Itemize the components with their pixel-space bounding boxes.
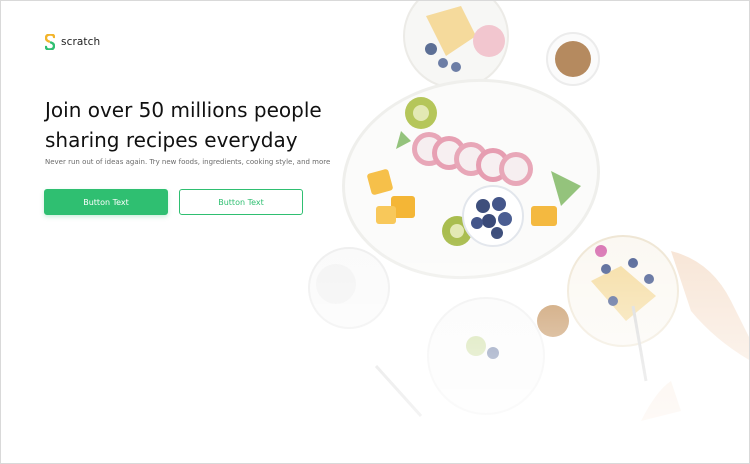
primary-button[interactable]: Button Text — [44, 189, 168, 215]
hero-subtitle: Never run out of ideas again. Try new fo… — [45, 158, 331, 166]
landing-page: scratch Join over 50 millions people sha… — [0, 0, 750, 464]
brand-name: scratch — [61, 36, 101, 48]
headline-line-2: sharing recipes everyday — [45, 128, 298, 152]
brand[interactable]: scratch — [45, 34, 100, 50]
secondary-button[interactable]: Button Text — [179, 189, 303, 215]
food-photo-illustration — [308, 1, 749, 421]
page-title: Join over 50 millions people sharing rec… — [45, 95, 365, 155]
headline-line-1: Join over 50 millions people — [45, 98, 322, 122]
food-photo — [261, 1, 749, 463]
scratch-logo-icon — [45, 34, 55, 50]
